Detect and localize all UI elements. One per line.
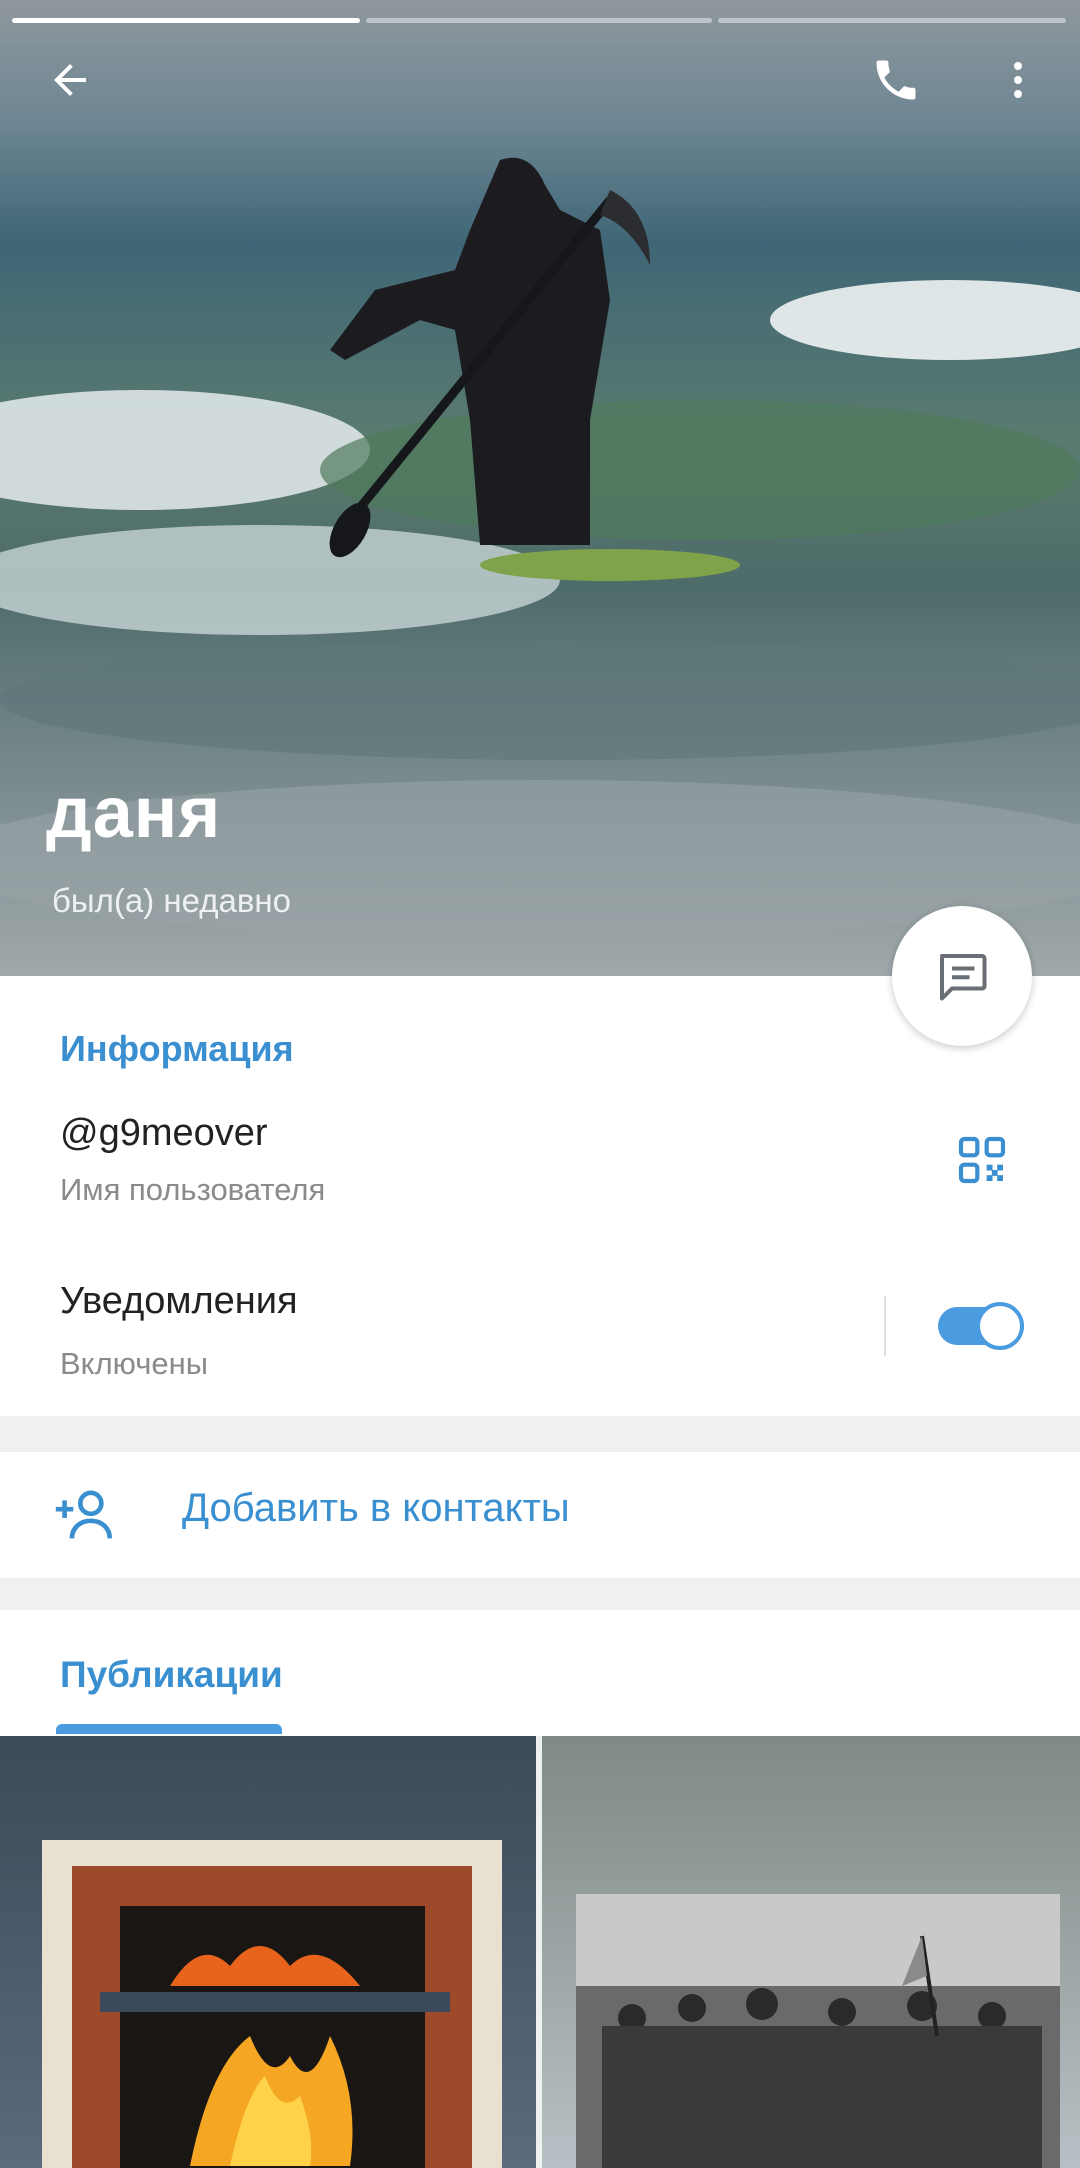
qr-code-button[interactable] xyxy=(954,1132,1018,1196)
notifications-row[interactable]: Уведомления Включены xyxy=(0,1270,1080,1410)
info-section-title: Информация xyxy=(60,1028,294,1069)
profile-status: был(а) недавно xyxy=(52,882,291,919)
more-vert-icon xyxy=(1014,62,1022,98)
notifications-toggle-knob xyxy=(976,1302,1024,1350)
media-thumbnail[interactable] xyxy=(0,1736,536,2168)
profile-photo-header[interactable]: даня был(а) недавно xyxy=(0,0,1080,976)
add-contact-label[interactable]: Добавить в контакты xyxy=(182,1486,570,1531)
soldiers-image xyxy=(576,1894,1060,2168)
media-thumbnail[interactable] xyxy=(542,1736,1080,2168)
arrow-left-icon xyxy=(54,64,86,96)
chat-message-icon xyxy=(940,954,987,1001)
call-button[interactable] xyxy=(856,40,936,120)
tab-publications[interactable]: Публикации xyxy=(60,1654,283,1696)
add-user-icon xyxy=(50,1480,122,1552)
divider xyxy=(884,1296,886,1356)
notifications-label: Уведомления xyxy=(60,1280,298,1322)
tab-indicator xyxy=(56,1724,282,1734)
username-value: @g9meover xyxy=(60,1112,268,1154)
qr-code-icon xyxy=(958,1136,1006,1184)
story-progress-segment-1 xyxy=(12,18,360,23)
back-button[interactable] xyxy=(30,40,110,120)
username-label: Имя пользователя xyxy=(60,1172,326,1207)
notifications-status: Включены xyxy=(60,1346,209,1381)
send-message-button[interactable] xyxy=(892,906,1032,1046)
more-options-button[interactable] xyxy=(978,40,1058,120)
username-row[interactable]: @g9meover Имя пользователя xyxy=(0,1100,1080,1240)
phone-icon xyxy=(876,60,916,100)
story-progress-segment-2 xyxy=(366,18,712,23)
fireplace-image xyxy=(42,1840,502,2168)
profile-name: даня xyxy=(46,773,222,853)
media-tabs: Публикации xyxy=(0,1610,1080,1736)
story-progress-segment-3 xyxy=(718,18,1066,23)
